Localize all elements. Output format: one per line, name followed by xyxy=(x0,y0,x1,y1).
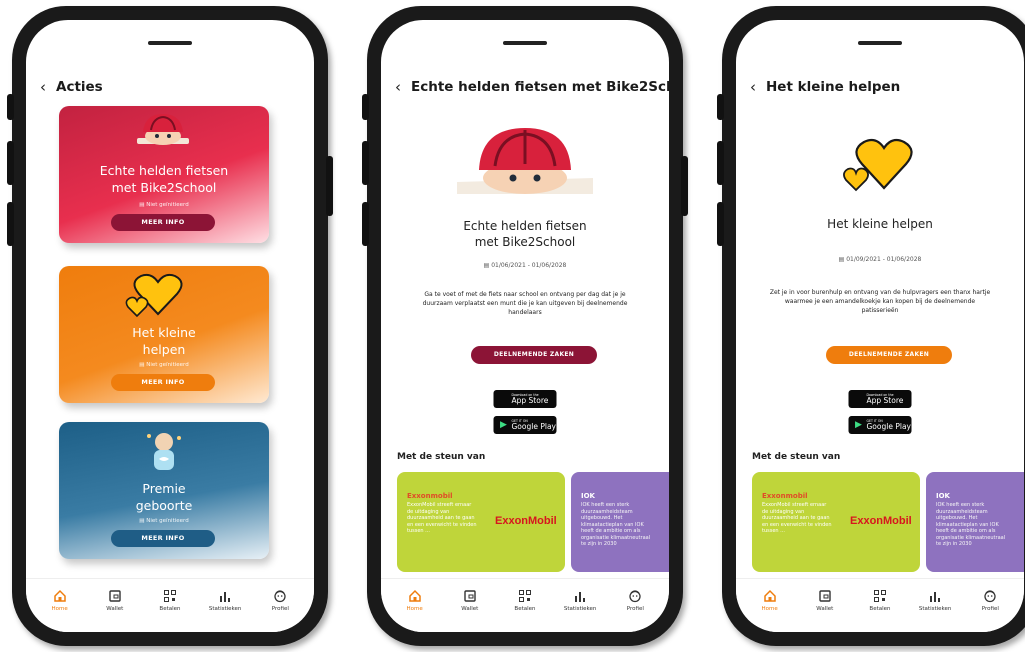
sponsor-card-iok[interactable]: IOK IOK heeft een sterk duurzaamheidstea… xyxy=(571,472,669,572)
baby-icon xyxy=(147,433,181,470)
nav-betalen[interactable]: Betalen xyxy=(146,589,194,632)
back-icon[interactable]: ‹ xyxy=(395,78,401,96)
screen-bike2school: ‹ Echte helden fietsen met Bike2School E… xyxy=(381,20,669,632)
action-description: Ga te voet of met de fiets naar school e… xyxy=(422,291,628,316)
sponsor-card-exxonmobil[interactable]: Exxonmobil ExxonMobil streeft ernaar de … xyxy=(752,472,920,572)
notch xyxy=(858,41,902,45)
header: ‹ Het kleine helpen xyxy=(750,78,1014,96)
nav-betalen[interactable]: Betalen xyxy=(501,589,549,632)
sponsors-heading: Met de steun van xyxy=(752,452,841,462)
qr-code-icon xyxy=(873,590,886,602)
bottom-nav: Home Wallet Betalen Statistieken Profiel xyxy=(26,578,314,632)
bar-chart-icon xyxy=(575,592,586,602)
wallet-icon xyxy=(819,590,831,602)
deelnemende-zaken-button[interactable]: DEELNEMENDE ZAKEN xyxy=(471,346,597,364)
exxonmobil-logo: ExxonMobil xyxy=(850,515,912,527)
date-range: ▤ 01/06/2021 - 01/06/2028 xyxy=(483,262,567,269)
header: ‹ Echte helden fietsen met Bike2School xyxy=(395,78,669,96)
app-store-badge[interactable]: Download on the App Store xyxy=(493,390,557,408)
nav-profiel[interactable]: Profiel xyxy=(611,589,659,632)
play-icon: ▶ xyxy=(855,420,862,430)
qr-code-icon xyxy=(163,590,176,602)
bottom-nav: Home Wallet Betalen Statistieken Profiel xyxy=(381,578,669,632)
nav-statistieken[interactable]: Statistieken xyxy=(911,589,959,632)
wallet-icon xyxy=(464,590,476,602)
deelnemende-zaken-button[interactable]: DEELNEMENDE ZAKEN xyxy=(826,346,952,364)
bottom-nav: Home Wallet Betalen Statistieken Profiel xyxy=(736,578,1024,632)
action-card-bike2school[interactable]: Echte helden fietsen met Bike2School ▤ N… xyxy=(59,106,269,243)
card-title: Echte helden fietsen met Bike2School xyxy=(99,163,229,195)
action-description: Zet je in voor burenhulp en ontvang van … xyxy=(769,289,991,314)
sponsors-heading: Met de steun van xyxy=(397,452,486,462)
nav-profiel[interactable]: Profiel xyxy=(256,589,304,632)
nav-home[interactable]: Home xyxy=(391,589,439,632)
page-title: Echte helden fietsen met Bike2School xyxy=(411,79,669,95)
helmet-kid-icon xyxy=(137,114,189,145)
nav-wallet[interactable]: Wallet xyxy=(801,589,849,632)
exxonmobil-logo: ExxonMobil xyxy=(495,515,557,527)
meer-info-button[interactable]: MEER INFO xyxy=(111,214,215,231)
action-heading: Echte helden fietsen met Bike2School xyxy=(463,219,587,249)
nav-statistieken[interactable]: Statistieken xyxy=(556,589,604,632)
card-status: ▤ Niet geïnitieerd xyxy=(139,362,189,368)
phone-acties: ‹ Acties Echte helden fietsen met Bike2S… xyxy=(7,6,333,646)
qr-code-icon xyxy=(518,590,531,602)
nav-home[interactable]: Home xyxy=(746,589,794,632)
sponsor-card-iok[interactable]: IOK IOK heeft een sterk duurzaamheidstea… xyxy=(926,472,1024,572)
action-card-het-kleine-helpen[interactable]: Het kleine helpen ▤ Niet geïnitieerd MEE… xyxy=(59,266,269,403)
nav-profiel[interactable]: Profiel xyxy=(966,589,1014,632)
page-title: Acties xyxy=(56,79,103,95)
phone-bike2school: ‹ Echte helden fietsen met Bike2School E… xyxy=(362,6,688,646)
profile-icon xyxy=(984,590,996,603)
nav-wallet[interactable]: Wallet xyxy=(446,589,494,632)
header: ‹ Acties xyxy=(40,78,304,96)
page-title: Het kleine helpen xyxy=(766,79,901,95)
home-icon xyxy=(763,589,776,602)
app-store-badge[interactable]: Download on the App Store xyxy=(848,390,912,408)
profile-icon xyxy=(629,590,641,603)
nav-wallet[interactable]: Wallet xyxy=(91,589,139,632)
sponsor-card-exxonmobil[interactable]: Exxonmobil ExxonMobil streeft ernaar de … xyxy=(397,472,565,572)
notch xyxy=(503,41,547,45)
card-status: ▤ Niet geïnitieerd xyxy=(139,202,189,208)
nav-statistieken[interactable]: Statistieken xyxy=(201,589,249,632)
hearts-icon xyxy=(125,273,183,318)
wallet-icon xyxy=(109,590,121,602)
meer-info-button[interactable]: MEER INFO xyxy=(111,530,215,547)
action-heading: Het kleine helpen xyxy=(827,217,933,231)
back-icon[interactable]: ‹ xyxy=(750,78,756,96)
profile-icon xyxy=(274,590,286,603)
card-title: Het kleine helpen xyxy=(132,325,196,357)
nav-betalen[interactable]: Betalen xyxy=(856,589,904,632)
card-status: ▤ Niet geïnitieerd xyxy=(139,518,189,524)
notch xyxy=(148,41,192,45)
helmet-kid-icon xyxy=(381,122,669,196)
home-icon xyxy=(53,589,66,602)
bar-chart-icon xyxy=(930,592,941,602)
date-range: ▤ 01/09/2021 - 01/06/2028 xyxy=(838,256,922,263)
hearts-icon xyxy=(736,134,1024,192)
action-card-premie-geboorte[interactable]: Premie geboorte ▤ Niet geïnitieerd MEER … xyxy=(59,422,269,559)
play-icon: ▶ xyxy=(500,420,507,430)
bar-chart-icon xyxy=(220,592,231,602)
meer-info-button[interactable]: MEER INFO xyxy=(111,374,215,391)
nav-home[interactable]: Home xyxy=(36,589,84,632)
mockup-stage: ‹ Acties Echte helden fietsen met Bike2S… xyxy=(0,0,1025,652)
screen-het-kleine-helpen: ‹ Het kleine helpen Het kleine helpen ▤ … xyxy=(736,20,1024,632)
google-play-badge[interactable]: ▶ GET IT ON Google Play xyxy=(493,416,557,434)
back-icon[interactable]: ‹ xyxy=(40,78,46,96)
phone-het-kleine-helpen: ‹ Het kleine helpen Het kleine helpen ▤ … xyxy=(717,6,1025,646)
card-title: Premie geboorte xyxy=(135,481,193,513)
home-icon xyxy=(408,589,421,602)
screen-acties: ‹ Acties Echte helden fietsen met Bike2S… xyxy=(26,20,314,632)
google-play-badge[interactable]: ▶ GET IT ON Google Play xyxy=(848,416,912,434)
